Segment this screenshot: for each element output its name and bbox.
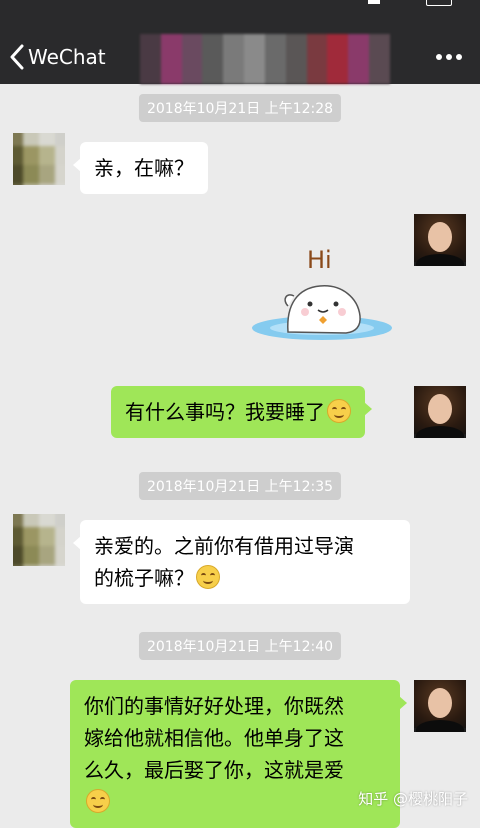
more-options-button[interactable]: [436, 54, 462, 60]
message-text: 亲，在嘛？: [94, 156, 194, 180]
watermark: 知乎 @樱桃阳子: [358, 790, 468, 808]
sticker-text: Hi: [307, 246, 332, 274]
message-timestamp: 2018年10月21日 上午12:28: [138, 94, 342, 122]
more-dot-icon: [446, 54, 452, 60]
message-timestamp: 2018年10月21日 上午12:40: [138, 632, 342, 660]
seal-sticker[interactable]: Hi: [250, 236, 400, 351]
chat-header: WeChat: [0, 14, 480, 84]
more-dot-icon: [456, 54, 462, 60]
contact-avatar[interactable]: [13, 514, 65, 566]
contact-name-obscured: [140, 34, 390, 84]
my-avatar[interactable]: [414, 214, 466, 266]
contact-avatar[interactable]: [13, 133, 65, 185]
blush-emoji-icon: [327, 399, 351, 423]
status-bar: [0, 0, 480, 14]
message-line: 亲爱的。之前你有借用过导演: [94, 534, 354, 558]
my-avatar[interactable]: [414, 386, 466, 438]
my-avatar[interactable]: [414, 680, 466, 732]
smile-emoji-icon: [86, 789, 110, 813]
message-line: 嫁给他就相信他。他单身了这: [84, 726, 344, 750]
battery-icon: [426, 0, 452, 6]
outgoing-message[interactable]: 你们的事情好好处理，你既然 嫁给他就相信他。他单身了这 么久，最后娶了你，这就是…: [70, 680, 407, 828]
signal-icon: [368, 0, 380, 4]
chevron-left-icon: [10, 44, 24, 70]
smile-emoji-icon: [196, 565, 220, 589]
message-text: 有什么事吗？我要睡了: [125, 400, 325, 424]
message-line: 么久，最后娶了你，这就是爱: [84, 758, 344, 782]
back-button[interactable]: WeChat: [10, 42, 106, 72]
back-label: WeChat: [28, 45, 106, 69]
more-dot-icon: [436, 54, 442, 60]
outgoing-message[interactable]: 有什么事吗？我要睡了: [111, 386, 372, 438]
incoming-message[interactable]: 亲，在嘛？: [73, 142, 208, 194]
message-timestamp: 2018年10月21日 上午12:35: [138, 472, 342, 500]
message-line: 你们的事情好好处理，你既然: [84, 694, 344, 718]
message-line: 的梳子嘛？: [94, 566, 194, 590]
incoming-message[interactable]: 亲爱的。之前你有借用过导演 的梳子嘛？: [73, 520, 410, 604]
